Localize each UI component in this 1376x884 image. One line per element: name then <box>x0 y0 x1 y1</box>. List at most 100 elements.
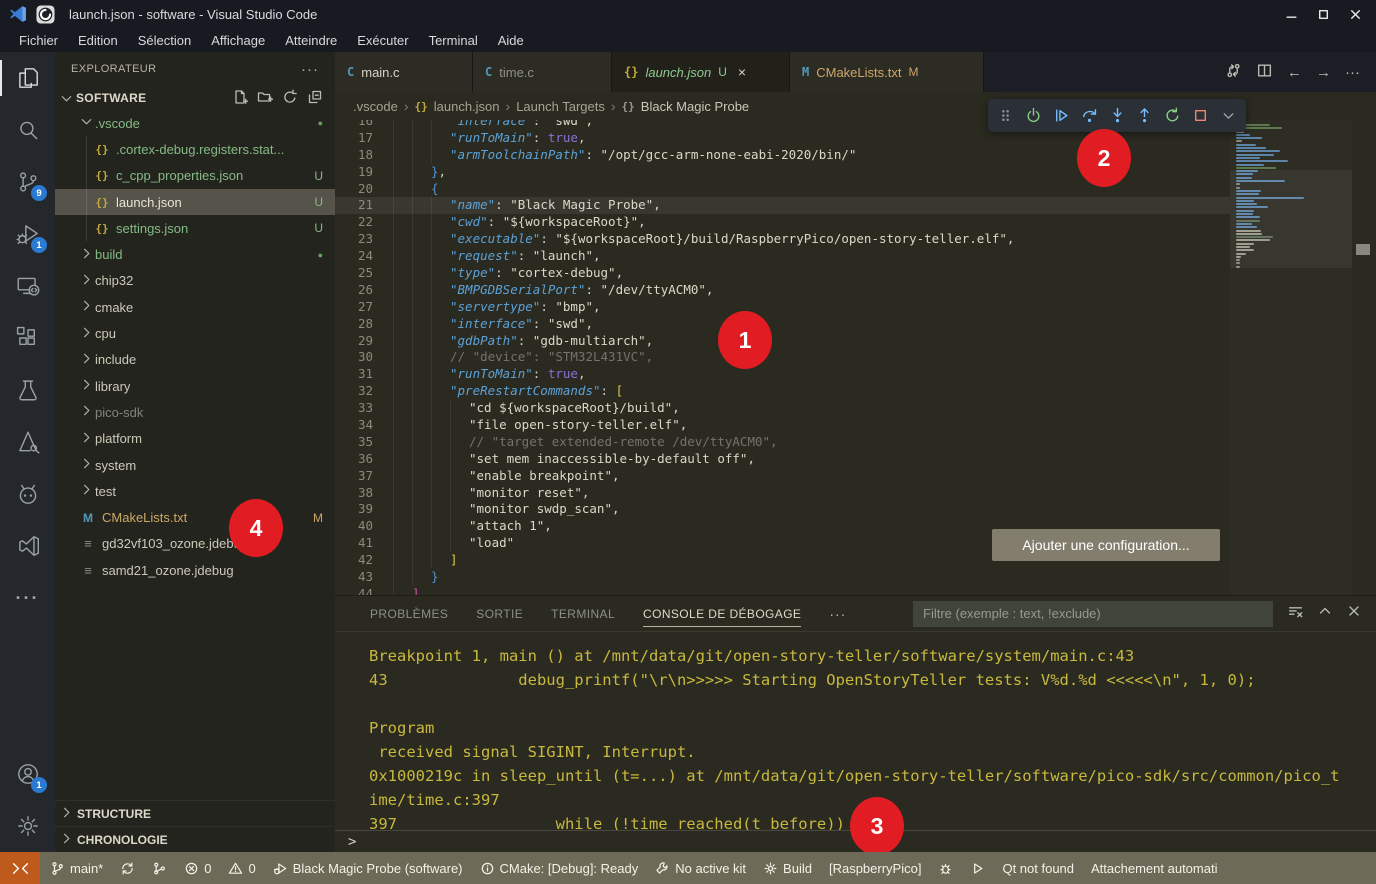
editor[interactable]: 16"interface": "swd",17"runToMain": true… <box>335 120 1376 595</box>
more-actions-button[interactable]: ··· <box>1345 64 1360 81</box>
tree-item[interactable]: MCMakeLists.txtM <box>55 504 335 530</box>
minimize-button[interactable] <box>1278 3 1304 25</box>
activity-settings[interactable] <box>0 800 55 852</box>
code-line[interactable]: 38"monitor reset", <box>335 485 1230 502</box>
drag-handle[interactable] <box>994 102 1018 129</box>
activity-cmake[interactable] <box>0 416 55 468</box>
status-launch[interactable] <box>970 861 985 876</box>
status-git-branch[interactable]: main* <box>50 861 103 876</box>
split-editor-button[interactable] <box>1256 62 1273 83</box>
code-line[interactable]: 36"set mem inaccessible-by-default off", <box>335 451 1230 468</box>
code-line[interactable]: 44] <box>335 586 1230 595</box>
power-button[interactable] <box>1022 102 1046 129</box>
code-line[interactable]: 39"monitor swdp_scan", <box>335 501 1230 518</box>
code-line[interactable]: 23"executable": "${workspaceRoot}/build/… <box>335 231 1230 248</box>
new-file-button[interactable] <box>232 89 248 108</box>
status-active-kit[interactable]: No active kit <box>655 861 746 876</box>
code-line[interactable]: 29"gdbPath": "gdb-multiarch", <box>335 333 1230 350</box>
clear-console-button[interactable] <box>1287 603 1304 625</box>
close-panel-button[interactable] <box>1346 603 1362 624</box>
activity-explorer[interactable] <box>0 52 55 104</box>
activity-more[interactable]: ··· <box>0 572 55 624</box>
status-source-graph[interactable] <box>152 861 167 876</box>
menu-affichage[interactable]: Affichage <box>202 31 274 50</box>
tree-item[interactable]: library <box>55 373 335 399</box>
menu-terminal[interactable]: Terminal <box>420 31 487 50</box>
code-line[interactable]: 32"preRestartCommands": [ <box>335 383 1230 400</box>
maximize-panel-button[interactable] <box>1317 603 1333 624</box>
section-header-structure[interactable]: STRUCTURE <box>55 800 335 826</box>
navigate-forward-button[interactable]: → <box>1316 64 1331 81</box>
maximize-button[interactable] <box>1310 3 1336 25</box>
stop-button[interactable] <box>1188 102 1212 129</box>
navigate-back-button[interactable]: ← <box>1287 64 1302 81</box>
code-line[interactable]: 31"runToMain": true, <box>335 366 1230 383</box>
panel-tab-console-de-d-bogage[interactable]: CONSOLE DE DÉBOGAGE <box>643 596 801 632</box>
close-tab-icon[interactable]: × <box>738 64 746 80</box>
code-line[interactable]: 22"cwd": "${workspaceRoot}", <box>335 214 1230 231</box>
menu-atteindre[interactable]: Atteindre <box>276 31 346 50</box>
panel-tab-probl-mes[interactable]: PROBLÈMES <box>370 596 448 632</box>
code-line[interactable]: 27"servertype": "bmp", <box>335 299 1230 316</box>
status-target[interactable]: [RaspberryPico] <box>829 861 921 876</box>
code-line[interactable]: 24"request": "launch", <box>335 248 1230 265</box>
editor-scrollbar[interactable] <box>1352 120 1376 595</box>
activity-remote-explorer[interactable] <box>0 260 55 312</box>
status-errors[interactable]: 0 <box>184 861 211 876</box>
status-debug-bug[interactable] <box>938 861 953 876</box>
tree-item[interactable]: {}settings.jsonU <box>55 215 335 241</box>
menu-fichier[interactable]: Fichier <box>10 31 67 50</box>
restart-button[interactable] <box>1161 102 1185 129</box>
tree-item[interactable]: {}launch.jsonU <box>55 189 335 215</box>
status-auto-attach[interactable]: Attachement automati <box>1091 861 1217 876</box>
panel-tab-sortie[interactable]: SORTIE <box>476 596 523 632</box>
menu-exécuter[interactable]: Exécuter <box>348 31 417 50</box>
tree-item[interactable]: pico-sdk <box>55 399 335 425</box>
activity-platformio[interactable] <box>0 468 55 520</box>
editor-tab[interactable]: Ctime.c <box>473 52 612 92</box>
editor-tab[interactable]: Cmain.c <box>335 52 473 92</box>
tree-item[interactable]: platform <box>55 426 335 452</box>
status-debug-target[interactable]: Black Magic Probe (software) <box>273 861 463 876</box>
close-button[interactable] <box>1342 3 1368 25</box>
tree-item[interactable]: cmake <box>55 294 335 320</box>
breadcrumb-item[interactable]: .vscode <box>353 99 398 114</box>
tree-item[interactable]: ≡gd32vf103_ozone.jdebug <box>55 531 335 557</box>
continue-button[interactable] <box>1050 102 1074 129</box>
code-line[interactable]: 28"interface": "swd", <box>335 316 1230 333</box>
more-chevron[interactable] <box>1216 102 1240 129</box>
code-line[interactable]: 35// "target extended-remote /dev/ttyACM… <box>335 434 1230 451</box>
code-line[interactable]: 21"name": "Black Magic Probe", <box>335 197 1230 214</box>
activity-test[interactable] <box>0 364 55 416</box>
breadcrumb-item[interactable]: launch.json <box>434 99 500 114</box>
open-changes-button[interactable] <box>1225 62 1242 83</box>
step-out-button[interactable] <box>1133 102 1157 129</box>
tree-item[interactable]: system <box>55 452 335 478</box>
menu-aide[interactable]: Aide <box>489 31 533 50</box>
step-into-button[interactable] <box>1105 102 1129 129</box>
activity-run-and-debug[interactable]: 1 <box>0 208 55 260</box>
code-line[interactable]: 37"enable breakpoint", <box>335 468 1230 485</box>
activity-account[interactable]: 1 <box>0 748 55 800</box>
activity-visual-studio[interactable] <box>0 520 55 572</box>
status-build[interactable]: Build <box>763 861 812 876</box>
tree-item[interactable]: test <box>55 478 335 504</box>
status-warnings[interactable]: 0 <box>228 861 255 876</box>
remote-indicator[interactable] <box>0 852 40 884</box>
tree-item[interactable]: ≡samd21_ozone.jdebug <box>55 557 335 583</box>
status-sync[interactable] <box>120 861 135 876</box>
tree-item[interactable]: include <box>55 347 335 373</box>
code-line[interactable]: 26"BMPGDBSerialPort": "/dev/ttyACM0", <box>335 282 1230 299</box>
code-line[interactable]: 30// "device": "STM32L431VC", <box>335 349 1230 366</box>
breadcrumb-item[interactable]: Black Magic Probe <box>641 99 749 114</box>
section-header-software[interactable]: SOFTWARE <box>55 86 335 110</box>
menu-edition[interactable]: Edition <box>69 31 127 50</box>
activity-source-control[interactable]: 9 <box>0 156 55 208</box>
activity-search[interactable] <box>0 104 55 156</box>
scrollbar-thumb[interactable] <box>1356 244 1370 255</box>
collapse-all-button[interactable] <box>307 89 323 108</box>
add-configuration-button[interactable]: Ajouter une configuration... <box>992 529 1220 561</box>
refresh-button[interactable] <box>282 89 298 108</box>
minimap[interactable] <box>1230 120 1352 595</box>
code-line[interactable]: 25"type": "cortex-debug", <box>335 265 1230 282</box>
